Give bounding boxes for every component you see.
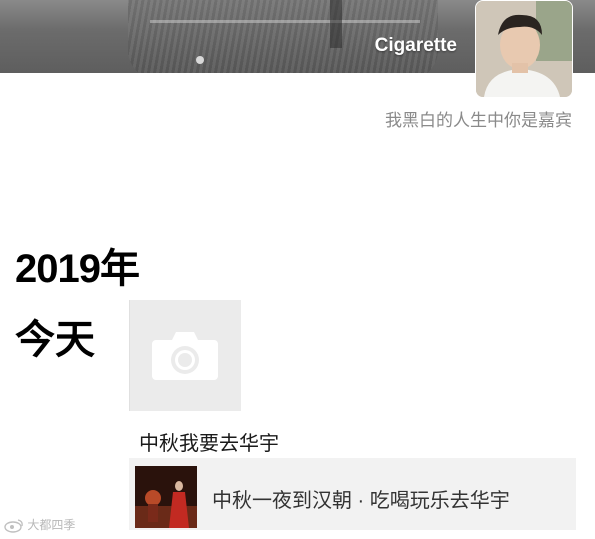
cover-seam-graphic <box>150 20 420 23</box>
avatar[interactable] <box>475 0 573 98</box>
new-post-photo-button[interactable] <box>129 300 241 411</box>
avatar-photo <box>476 1 572 97</box>
profile-signature: 我黑白的人生中你是嘉宾 <box>385 111 572 130</box>
link-title: 中秋一夜到汉朝 · 吃喝玩乐去华宇 <box>212 490 510 512</box>
shared-link-card[interactable]: 中秋一夜到汉朝 · 吃喝玩乐去华宇 <box>129 458 576 530</box>
timeline-year: 2019年 <box>15 247 140 291</box>
cover-belt-loop-graphic <box>330 0 342 48</box>
watermark-text: 大都四季 <box>27 518 76 532</box>
link-thumbnail <box>135 466 197 528</box>
weibo-logo-icon <box>4 519 23 533</box>
camera-icon <box>152 332 218 380</box>
watermark: 大都四季 <box>4 516 75 533</box>
post-text[interactable]: 中秋我要去华宇 <box>139 427 279 456</box>
timeline-day-label: 今天 <box>15 318 95 362</box>
profile-username[interactable]: Cigarette <box>375 35 457 57</box>
cover-button-graphic <box>196 56 204 64</box>
